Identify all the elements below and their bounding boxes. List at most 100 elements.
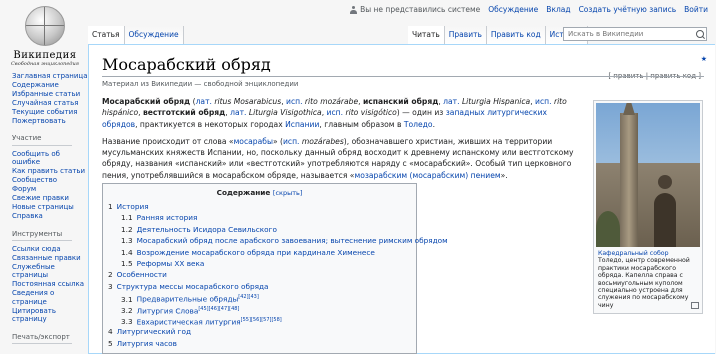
toc-item[interactable]: 1.5 Реформы XX века (108, 258, 411, 269)
personal-link-create-account[interactable]: Создать учётную запись (579, 5, 677, 14)
personal-link-talk[interactable]: Обсуждение (488, 5, 538, 14)
sidebar-item-donate[interactable]: Пожертвовать (12, 117, 66, 125)
toc-item[interactable]: 3.1 Предварительные обряды[42][43] (108, 292, 411, 303)
enlarge-icon[interactable] (691, 302, 699, 310)
wikipedia-logo[interactable]: Википедия Свободная энциклопедия (8, 6, 82, 67)
sidebar-item-related-changes[interactable]: Связанные правки (12, 254, 81, 262)
search-icon[interactable] (696, 30, 704, 38)
sidebar-item-new-pages[interactable]: Новые страницы (12, 203, 74, 211)
foreign-term: Liturgia Visigothica (246, 108, 322, 118)
toc-link[interactable]: История (117, 202, 149, 211)
sidebar-main-list: Заглавная страница Содержание Избранные … (0, 72, 88, 125)
sidebar-item-report-error[interactable]: Сообщить об ошибке (12, 150, 60, 166)
toc-link[interactable]: Мосарабский обряд после арабского завоев… (137, 236, 448, 245)
toc-item[interactable]: 2 Особенности (108, 269, 411, 280)
tab-article[interactable]: Статья (88, 26, 125, 44)
toc-link[interactable]: Ранняя история (137, 213, 198, 222)
toc-item[interactable]: 1.2 Деятельность Исидора Севильского (108, 224, 411, 235)
toc-item[interactable]: 1 История (108, 201, 411, 212)
caption-link-cathedral[interactable]: Кафедральный собор (598, 250, 669, 257)
personal-link-login[interactable]: Войти (684, 5, 708, 14)
user-icon (350, 5, 358, 14)
personal-link-contributions[interactable]: Вклад (546, 5, 570, 14)
text-run: Название происходит от слова « (102, 136, 234, 146)
content-area: Мосарабский обряд ★ [ править | править … (88, 44, 715, 354)
toc-link[interactable]: Деятельность Исидора Севильского (137, 225, 277, 234)
sidebar-item-recent-changes[interactable]: Свежие правки (12, 194, 69, 202)
toc-number: 4 (108, 327, 113, 337)
toc-link[interactable]: Структура мессы мосарабского обряда (117, 282, 269, 291)
toc-item[interactable]: 3.2 Литургия Слова[45][46][47][48] (108, 304, 411, 315)
infobox-caption: Кафедральный собор Толедо, центр совреме… (596, 247, 700, 311)
view-tabs: Читать Править Править код История (408, 26, 588, 44)
sidebar-item-current-events[interactable]: Текущие события (12, 108, 77, 116)
toc-item[interactable]: 1.1 Ранняя история (108, 212, 411, 223)
toc-number: 3.1 (121, 294, 133, 304)
toc-number: 3.3 (121, 317, 133, 327)
sidebar-item-featured[interactable]: Избранные статьи (12, 90, 80, 98)
sidebar-item-what-links-here[interactable]: Ссылки сюда (12, 245, 61, 253)
toc-number: 3.2 (121, 305, 133, 315)
toc-footnote[interactable]: [55][56][57][58] (241, 317, 282, 323)
anon-text: Вы не представились системе (360, 5, 481, 14)
toc-number: 1.1 (121, 213, 133, 223)
sidebar-item-permanent-link[interactable]: Постоянная ссылка (12, 280, 84, 288)
image-rose-window (658, 175, 672, 189)
toc-item[interactable]: 4 Литургический год (108, 326, 411, 337)
link-toledo[interactable]: Толедо (404, 120, 433, 129)
star-icon[interactable]: ★ (701, 55, 707, 63)
tab-read[interactable]: Читать (408, 26, 445, 44)
toc-item[interactable]: 3.3 Евхаристическая литургия[55][56][57][… (108, 315, 411, 326)
sidebar-item-special-pages[interactable]: Служебные страницы (12, 263, 55, 279)
bold-term: испанский обряд (362, 97, 439, 106)
foreign-term: rito mozárabe (302, 97, 359, 106)
toc-footnote[interactable]: [45][46][47][48] (198, 306, 239, 312)
lang-link-spanish[interactable]: исп. (327, 108, 344, 117)
tab-edit[interactable]: Править (444, 26, 487, 44)
sidebar-item-main-page[interactable]: Заглавная страница (12, 72, 88, 80)
lang-link-spanish[interactable]: исп. (535, 97, 552, 106)
tab-talk[interactable]: Обсуждение (124, 26, 184, 44)
lang-link-latin[interactable]: лат. (196, 97, 212, 106)
link-mozarabs[interactable]: мосарабы (234, 137, 273, 146)
link-spain[interactable]: Испании (285, 120, 319, 129)
toc-link[interactable]: Особенности (117, 270, 167, 279)
toc-item[interactable]: 1.4 Возрождение мосарабского обряда при к… (108, 247, 411, 258)
text-run: ». (500, 170, 508, 180)
sidebar-item-forum[interactable]: Форум (12, 185, 36, 193)
toc-item[interactable]: 5 Литургия часов (108, 338, 411, 349)
toc-link[interactable]: Литургия Слова (137, 306, 199, 315)
sidebar-item-cite[interactable]: Цитировать страницу (12, 307, 56, 323)
foreign-term: mozárabes (299, 136, 344, 146)
toc-link[interactable]: Литургия часов (117, 339, 177, 348)
globe-logo-icon (25, 6, 65, 46)
lang-link-spanish[interactable]: исп. (286, 97, 303, 106)
sidebar-item-random[interactable]: Случайная статья (12, 99, 78, 107)
toc-toggle-link[interactable]: [скрыть] (273, 189, 302, 197)
toc-link[interactable]: Литургический год (117, 327, 191, 336)
link-mozarabic-chant[interactable]: мозарабским (мосарабским) пением (354, 171, 500, 180)
toc-link[interactable]: Реформы XX века (137, 259, 205, 268)
toc-link[interactable]: Евхаристическая литургия (137, 317, 241, 326)
sidebar-item-contents[interactable]: Содержание (12, 81, 59, 89)
search-input[interactable] (563, 27, 707, 41)
bold-term: вестготский обряд (142, 108, 226, 118)
sidebar-item-community[interactable]: Сообщество (12, 176, 57, 184)
sidebar-item-help[interactable]: Справка (12, 212, 43, 220)
tab-edit-source[interactable]: Править код (486, 26, 546, 44)
sidebar-tools-list: Ссылки сюда Связанные правки Служебные с… (0, 245, 88, 324)
image-tower (620, 113, 638, 247)
lang-link-latin[interactable]: лат. (230, 108, 246, 117)
lang-link-spanish[interactable]: исп. (283, 137, 300, 146)
toc-item[interactable]: 1.3 Мосарабский обряд после арабского зав… (108, 235, 448, 246)
toc-item[interactable]: 3 Структура мессы мосарабского обряда (108, 281, 411, 292)
toc-link[interactable]: Возрождение мосарабского обряда при кард… (137, 248, 375, 257)
sidebar-item-page-info[interactable]: Сведения о странице (12, 289, 54, 305)
sidebar-item-how-to-edit[interactable]: Как править статьи (12, 167, 85, 175)
toc-number: 1.5 (121, 258, 133, 268)
lang-link-latin[interactable]: лат. (443, 97, 459, 106)
toc-link[interactable]: Предварительные обряды (137, 295, 239, 304)
toc-footnote[interactable]: [42][43] (238, 294, 259, 300)
cathedral-image[interactable] (596, 103, 700, 247)
toc-toggle[interactable]: [скрыть] (273, 189, 302, 197)
